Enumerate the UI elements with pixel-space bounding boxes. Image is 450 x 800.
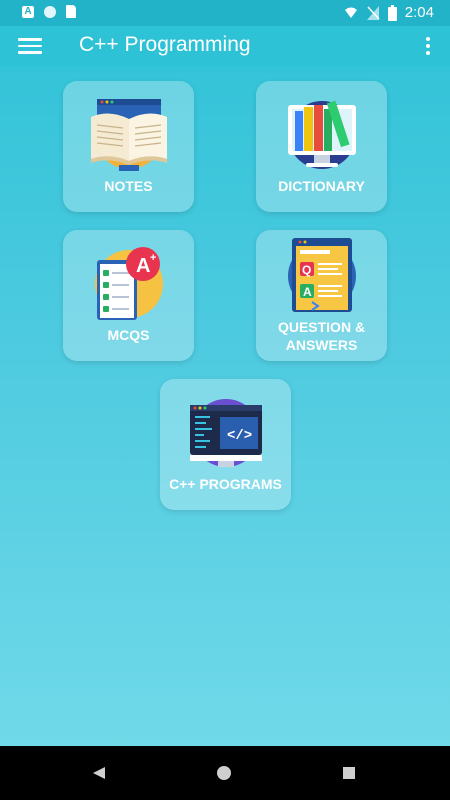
hamburger-line	[18, 44, 42, 47]
battery-icon	[387, 4, 397, 21]
notes-tile[interactable]: NOTES	[63, 81, 194, 212]
svg-text:A: A	[303, 285, 312, 299]
dictionary-tile[interactable]: DICTIONARY	[256, 81, 387, 212]
cpp-programs-label: C++ PROGRAMS	[169, 476, 282, 492]
home-icon[interactable]	[217, 766, 231, 780]
overflow-menu-button[interactable]	[418, 34, 438, 58]
sd-card-icon	[66, 5, 76, 18]
overflow-dot-icon	[426, 44, 430, 48]
hamburger-icon	[18, 38, 42, 41]
cpp-programs-tile[interactable]: </> C++ PROGRAMS	[160, 379, 291, 510]
code-monitor-icon: </>	[189, 399, 262, 467]
svg-text:+: +	[150, 252, 156, 264]
back-icon[interactable]	[92, 766, 106, 780]
open-book-icon	[90, 99, 167, 171]
menu-button[interactable]	[18, 34, 42, 58]
qa-document-icon: Q A	[287, 238, 356, 312]
clock-time: 2:04	[404, 4, 434, 21]
dictionary-label: DICTIONARY	[278, 178, 365, 194]
grade-a-plus-icon: A +	[94, 247, 163, 320]
books-monitor-icon	[287, 100, 356, 169]
svg-text:A: A	[136, 255, 150, 277]
signal-icon	[366, 5, 380, 20]
mcqs-tile[interactable]: A + MCQS	[63, 230, 194, 361]
notes-label: NOTES	[104, 178, 153, 194]
svg-text:</>: </>	[227, 428, 252, 444]
wifi-icon	[344, 7, 357, 18]
overflow-dot-icon	[426, 37, 430, 41]
recent-apps-icon[interactable]	[343, 767, 355, 779]
notification-circle-icon	[44, 5, 56, 18]
question-answers-tile[interactable]: Q A QUESTION & ANSWERS	[256, 230, 387, 361]
overflow-dot-icon	[426, 51, 430, 55]
app-bar: C++ Programming	[0, 26, 450, 66]
navigation-bar	[0, 746, 450, 800]
mcqs-label: MCQS	[107, 327, 150, 343]
status-bar: A 2:04	[0, 0, 450, 26]
notification-a-icon: A	[22, 5, 34, 18]
svg-text:Q: Q	[302, 263, 311, 277]
hamburger-line	[18, 51, 42, 54]
app-title: C++ Programming	[79, 33, 251, 56]
question-answers-label: QUESTION & ANSWERS	[277, 319, 366, 353]
